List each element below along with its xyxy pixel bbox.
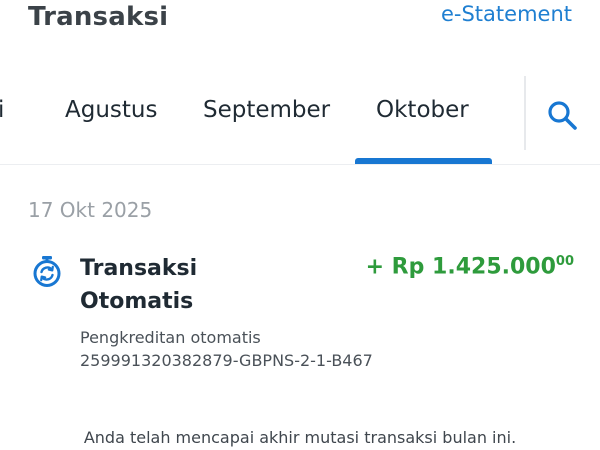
e-statement-link[interactable]: e-Statement [441,2,572,26]
transaction-title: Transaksi Otomatis [80,256,198,314]
transaction-description: Pengkreditan otomatis [80,328,261,347]
auto-transaction-icon [33,256,61,287]
tab-oktober[interactable]: Oktober [376,97,469,123]
transaction-amount: + Rp 1.425.00000 [366,254,574,279]
tabs-separator [0,164,600,165]
date-group-header: 17 Okt 2025 [28,198,153,222]
transaction-amount-main: + Rp 1.425.000 [365,254,556,280]
search-icon [548,101,577,130]
transaction-amount-cents: 00 [555,254,574,269]
transaction-reference: 259991320382879-GBPNS-2-1-B467 [80,351,373,370]
page-title: Transaksi [28,2,169,32]
tab-september[interactable]: September [203,97,330,123]
end-of-list-note: Anda telah mencapai akhir mutasi transak… [83,428,517,447]
transactions-page: Transaksi e-Statement i Agustus Septembe… [0,0,600,450]
search-button[interactable] [545,98,579,132]
tabs-divider [524,76,526,150]
transaction-description-block: Pengkreditan otomatis 259991320382879-GB… [80,326,373,372]
tab-previous-month-partial[interactable]: i [0,97,4,123]
tab-agustus[interactable]: Agustus [65,97,157,123]
month-tabs: i Agustus September Oktober [0,72,600,164]
